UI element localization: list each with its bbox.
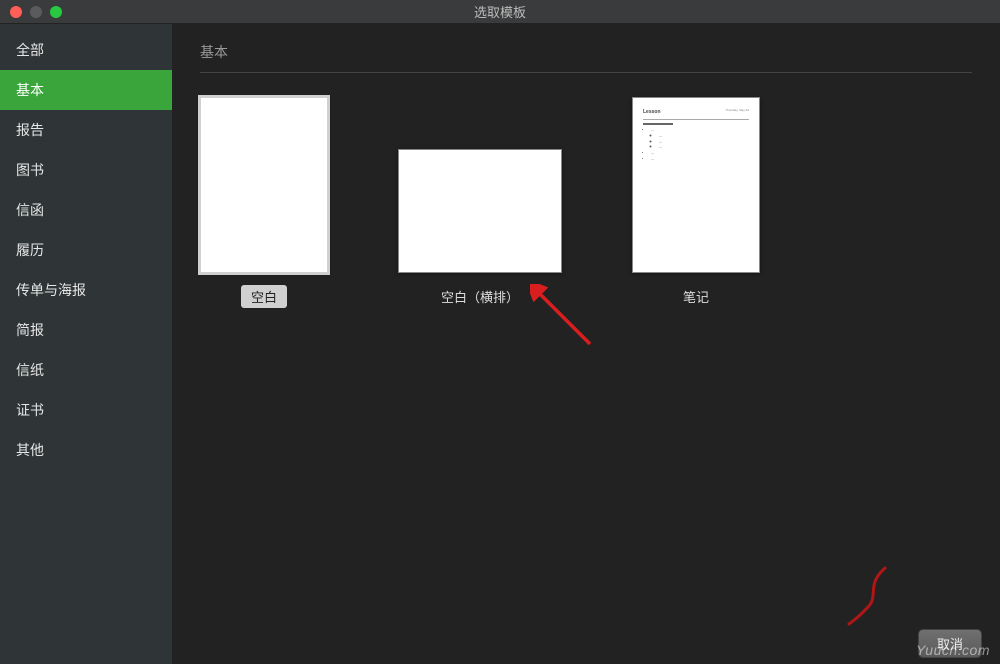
note-date: Thursday, May 20	[725, 108, 749, 116]
template-label: 空白	[241, 285, 287, 308]
sidebar-item-flyers[interactable]: 传单与海报	[0, 270, 172, 310]
template-notes[interactable]: Lesson Thursday, May 20 — ——— — — 笔记	[632, 97, 760, 308]
template-blank-landscape[interactable]: 空白（横排）	[398, 149, 562, 308]
sidebar-item-books[interactable]: 图书	[0, 150, 172, 190]
sidebar-item-certificates[interactable]: 证书	[0, 390, 172, 430]
sidebar-item-all[interactable]: 全部	[0, 30, 172, 70]
template-label: 空白（横排）	[431, 285, 529, 308]
window-title: 选取模板	[0, 2, 1000, 21]
template-blank[interactable]: 空白	[200, 97, 328, 308]
template-thumb-notes: Lesson Thursday, May 20 — ——— — —	[632, 97, 760, 273]
template-label: 笔记	[673, 285, 719, 308]
content: 全部 基本 报告 图书 信函 履历 传单与海报 简报 信纸 证书 其他 基本 空…	[0, 24, 1000, 664]
main-panel: 基本 空白 空白（横排） Lesson Thursday, May 20	[172, 24, 1000, 664]
titlebar: 选取模板	[0, 0, 1000, 24]
template-thumb-blank	[200, 97, 328, 273]
section-title: 基本	[200, 40, 972, 72]
sidebar-item-resumes[interactable]: 履历	[0, 230, 172, 270]
sidebar-item-stationery[interactable]: 信纸	[0, 350, 172, 390]
note-title: Lesson	[643, 108, 661, 116]
annotation-squiggle-icon	[845, 566, 895, 626]
window-controls	[0, 6, 62, 18]
sidebar-item-letters[interactable]: 信函	[0, 190, 172, 230]
zoom-icon[interactable]	[50, 6, 62, 18]
minimize-icon[interactable]	[30, 6, 42, 18]
sidebar: 全部 基本 报告 图书 信函 履历 传单与海报 简报 信纸 证书 其他	[0, 24, 172, 664]
sidebar-item-reports[interactable]: 报告	[0, 110, 172, 150]
sidebar-item-other[interactable]: 其他	[0, 430, 172, 470]
sidebar-item-basic[interactable]: 基本	[0, 70, 172, 110]
footer: 取消	[172, 622, 1000, 664]
cancel-button[interactable]: 取消	[918, 629, 982, 658]
close-icon[interactable]	[10, 6, 22, 18]
divider	[200, 72, 972, 73]
sidebar-item-newsletters[interactable]: 简报	[0, 310, 172, 350]
template-grid: 空白 空白（横排） Lesson Thursday, May 20 —	[200, 97, 972, 308]
template-thumb-blank-landscape	[398, 149, 562, 273]
